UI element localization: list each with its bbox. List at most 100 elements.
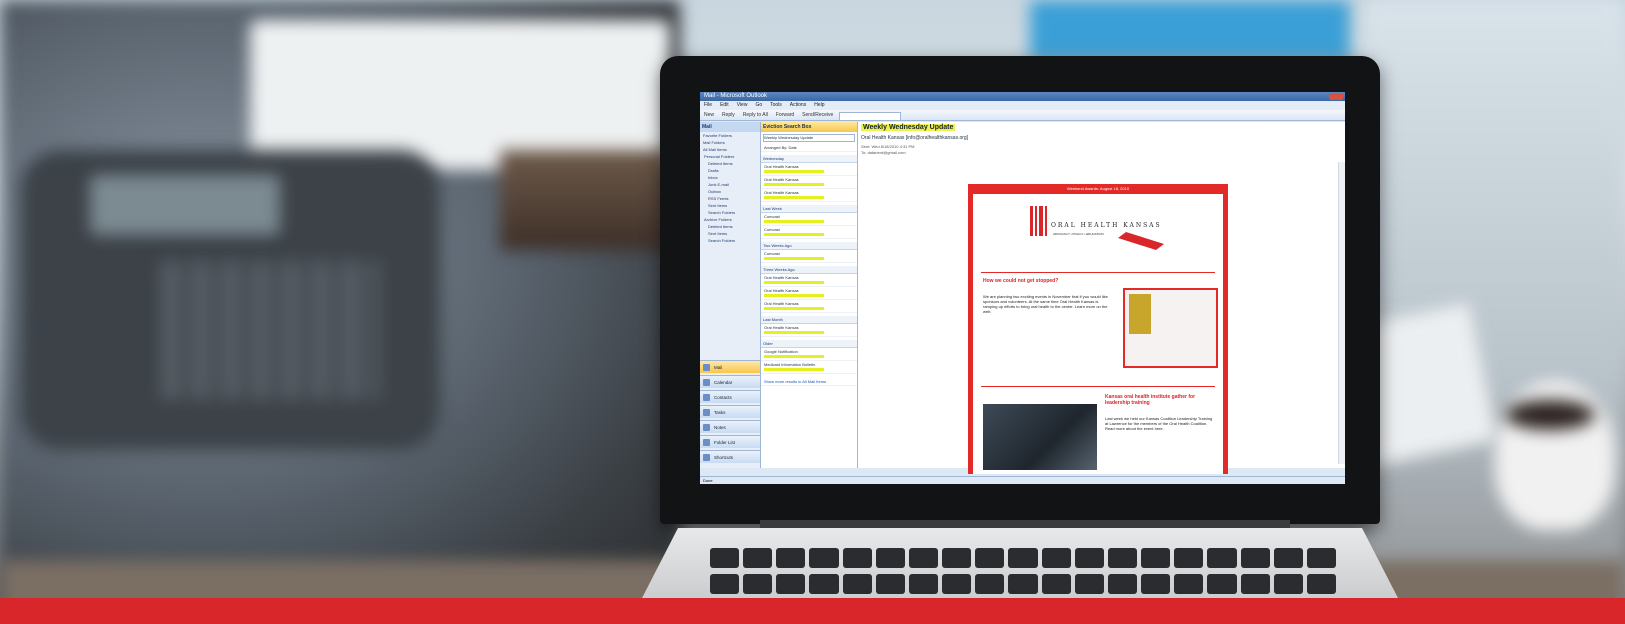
- nav-button[interactable]: Tasks: [700, 405, 760, 418]
- list-group[interactable]: Last Week: [761, 205, 857, 213]
- keyboard-key: [1008, 574, 1038, 594]
- list-item-sender: Comcast: [764, 214, 780, 219]
- list-item-sender: Oral Health Kansas: [764, 164, 799, 169]
- menu-item[interactable]: Go: [755, 101, 762, 110]
- folder-item[interactable]: RSS Feeds: [700, 195, 760, 202]
- body-text-1: We are planning two exciting events in N…: [983, 294, 1108, 314]
- folder-item[interactable]: Sent Items: [700, 202, 760, 209]
- toolbar-button[interactable]: Reply to All: [743, 110, 768, 120]
- nav-button[interactable]: Contacts: [700, 390, 760, 403]
- nav-button[interactable]: Mail: [700, 360, 760, 373]
- address-book-search[interactable]: [839, 112, 902, 121]
- keyboard-key: [809, 548, 839, 568]
- newsletter-thumbnail[interactable]: [1123, 288, 1218, 368]
- list-item-sender: Oral Health Kansas: [764, 275, 799, 280]
- list-item-sender: Oral Health Kansas: [764, 190, 799, 195]
- nav-button[interactable]: Calendar: [700, 375, 760, 388]
- keyboard-key: [875, 548, 905, 568]
- list-item[interactable]: Comcast: [761, 250, 857, 263]
- keyboard-key: [1207, 574, 1237, 594]
- newsletter-body: ORAL HEALTH KANSAS ADVOCACY • POLICY • E…: [973, 194, 1223, 474]
- favorite-folders[interactable]: Favorite Folders: [700, 132, 760, 139]
- folder-item[interactable]: Deleted Items: [700, 223, 760, 230]
- list-item[interactable]: Oral Health Kansas: [761, 287, 857, 300]
- list-item[interactable]: Google Notification: [761, 348, 857, 361]
- folder-item[interactable]: Personal Folders: [700, 153, 760, 160]
- keyboard-key: [942, 548, 972, 568]
- folder-item[interactable]: Inbox: [700, 174, 760, 181]
- nav-button[interactable]: Notes: [700, 420, 760, 433]
- navigation-pane: Mail Favorite Folders Mail Folders All M…: [700, 122, 761, 468]
- keyboard-key: [776, 574, 806, 594]
- list-item[interactable]: Oral Health Kansas: [761, 324, 857, 337]
- folder-item[interactable]: Archive Folders: [700, 216, 760, 223]
- list-item[interactable]: Oral Health Kansas: [761, 176, 857, 189]
- list-item[interactable]: Oral Health Kansas: [761, 300, 857, 313]
- window-title: Mail - Microsoft Outlook: [704, 93, 768, 99]
- list-item[interactable]: Oral Health Kansas: [761, 189, 857, 202]
- divider: [981, 386, 1215, 387]
- menu-item[interactable]: Edit: [720, 101, 729, 110]
- message-sender: Oral Health Kansas [info@oralhealthkansa…: [861, 135, 969, 141]
- menu-item[interactable]: Actions: [790, 101, 806, 110]
- toolbar-button[interactable]: Send/Receive: [802, 110, 833, 120]
- keyboard-key: [1240, 574, 1270, 594]
- nav-button[interactable]: Folder List: [700, 435, 760, 448]
- menu-item[interactable]: View: [737, 101, 748, 110]
- message-to: To: datanerd@gmail.com: [861, 150, 906, 155]
- toolbar-button[interactable]: New: [704, 110, 714, 120]
- toolbar-button[interactable]: Forward: [776, 110, 794, 120]
- list-search-input[interactable]: Weekly Wednesday Update: [763, 134, 855, 142]
- list-item-sender: Oral Health Kansas: [764, 325, 799, 330]
- menu-item[interactable]: Tools: [770, 101, 782, 110]
- keyboard-key: [975, 548, 1005, 568]
- mail-folders[interactable]: Mail Folders: [700, 139, 760, 146]
- keyboard-key: [1207, 548, 1237, 568]
- menu-item[interactable]: File: [704, 101, 712, 110]
- list-group[interactable]: Older: [761, 340, 857, 348]
- keyboard-key: [776, 548, 806, 568]
- laptop-screen: Mail - Microsoft Outlook File Edit View Go T…: [700, 92, 1345, 484]
- list-group[interactable]: Three Weeks Ago: [761, 266, 857, 274]
- folder-item[interactable]: Junk E-mail: [700, 181, 760, 188]
- list-item[interactable]: Oral Health Kansas: [761, 274, 857, 287]
- toolbar-button[interactable]: Reply: [722, 110, 735, 120]
- folder-item[interactable]: Drafts: [700, 167, 760, 174]
- list-item-sender: Comcast: [764, 251, 780, 256]
- list-item[interactable]: Comcast: [761, 213, 857, 226]
- list-item[interactable]: Medicaid Information Bulletin: [761, 361, 857, 374]
- list-item[interactable]: Comcast: [761, 226, 857, 239]
- folder-item[interactable]: Outbox: [700, 188, 760, 195]
- list-item-sender: Oral Health Kansas: [764, 301, 799, 306]
- list-item-sender: Comcast: [764, 227, 780, 232]
- newsletter-date: Weekend Awards: August 18, 2010: [1066, 186, 1130, 191]
- folder-item[interactable]: Deleted Items: [700, 160, 760, 167]
- list-item-highlight: [764, 257, 824, 260]
- all-mail-items[interactable]: All Mail Items: [700, 146, 760, 153]
- list-item-highlight: [764, 233, 824, 236]
- keyboard-key: [975, 574, 1005, 594]
- list-item-highlight: [764, 294, 824, 297]
- keyboard-key: [908, 574, 939, 594]
- list-group[interactable]: Last Month: [761, 316, 857, 324]
- keyboard-key: [1074, 548, 1104, 568]
- show-more-link[interactable]: Show more results in All Mail Items: [761, 378, 857, 386]
- list-item-sender: Medicaid Information Bulletin: [764, 362, 816, 367]
- menu-item[interactable]: Help: [814, 101, 824, 110]
- folder-item[interactable]: Search Folders: [700, 237, 760, 244]
- list-item[interactable]: Oral Health Kansas: [761, 163, 857, 176]
- background-window: [1030, 0, 1350, 60]
- list-group[interactable]: Wednesday: [761, 155, 857, 163]
- folder-item[interactable]: Sent Items: [700, 230, 760, 237]
- folder-item[interactable]: Search Folders: [700, 209, 760, 216]
- keyboard-key: [942, 574, 972, 594]
- reading-scrollbar[interactable]: [1338, 162, 1345, 464]
- close-icon[interactable]: [1329, 93, 1343, 100]
- keyboard-key: [743, 574, 773, 594]
- headline-1: How we could not get stopped?: [983, 278, 1059, 284]
- list-group[interactable]: Two Weeks Ago: [761, 242, 857, 250]
- keyboard-key: [1240, 548, 1270, 568]
- logo-text: ORAL HEALTH KANSAS: [1051, 222, 1162, 229]
- nav-button[interactable]: Shortcuts: [700, 450, 760, 463]
- arrange-by[interactable]: Arranged By: Date: [761, 144, 857, 152]
